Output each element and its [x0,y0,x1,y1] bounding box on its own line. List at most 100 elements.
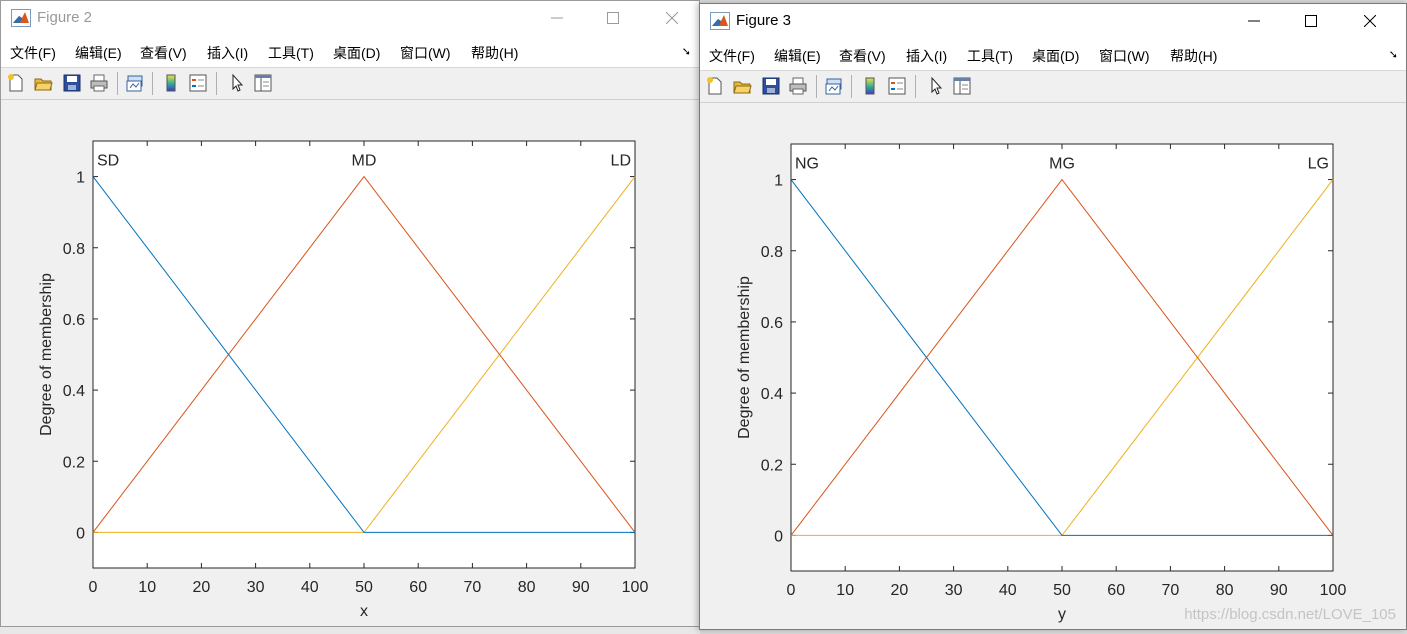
menu-desktop[interactable]: 桌面(D) [333,43,380,63]
x-tick-label: 100 [1320,582,1347,599]
legend-icon[interactable] [887,76,907,96]
menu-tools[interactable]: 工具(T) [967,46,1013,66]
plot-area: 0 10 20 30 40 50 60 70 80 90 100 0 0.2 0.4 0.6 0.8 1 NG … [700,103,1406,629]
maximize-button[interactable] [590,1,636,35]
x-tick-label: 60 [1107,582,1125,599]
save-icon[interactable] [62,73,82,93]
menu-window[interactable]: 窗口(W) [400,43,451,63]
x-tick-label: 70 [1162,582,1180,599]
toolbar-separator [851,75,852,98]
minimize-button[interactable] [534,1,580,35]
y-tick-label: 0.8 [63,241,85,258]
property-inspector-icon[interactable] [952,76,972,96]
x-tick-label: 40 [999,582,1017,599]
x-tick-label: 10 [138,579,156,596]
toolbar-separator [152,72,153,95]
y-tick-label: 0.4 [761,386,783,403]
x-tick-label: 0 [89,579,98,596]
figure-toolbar [700,71,1406,103]
minimize-button[interactable] [1231,4,1277,38]
menu-overflow-arrow-icon[interactable]: ➘ [1389,48,1398,61]
x-tick-label: 10 [836,582,854,599]
menu-insert[interactable]: 插入(I) [207,43,248,63]
y-tick-label: 0 [76,525,85,542]
print-icon[interactable] [89,73,109,93]
link-plot-icon[interactable] [824,76,844,96]
close-icon [1364,15,1376,27]
plot-area: 0 10 20 30 40 50 60 70 80 90 100 0 0.2 0.4 0.6 0.8 1 SD … [1,100,699,626]
legend-icon[interactable] [188,73,208,93]
open-file-icon[interactable] [33,73,53,93]
colorbar-icon[interactable] [161,73,181,93]
x-axis-label: y [1058,606,1066,623]
series-label: LD [611,153,631,170]
matlab-logo-icon [710,12,730,30]
save-icon[interactable] [761,76,781,96]
x-tick-label: 20 [193,579,211,596]
close-button[interactable] [649,1,695,35]
axes-box[interactable] [790,143,1334,572]
window-title: Figure 3 [736,12,792,29]
pointer-icon[interactable] [227,73,247,93]
x-tick-label: 90 [1270,582,1288,599]
axes-box[interactable] [92,140,636,569]
close-button[interactable] [1347,4,1393,38]
toolbar-separator [216,72,217,95]
toolbar-separator [915,75,916,98]
matlab-logo-icon [11,9,31,27]
x-axis-label: x [360,603,368,620]
maximize-button[interactable] [1288,4,1334,38]
menu-view[interactable]: 查看(V) [140,43,187,63]
close-icon [666,12,678,24]
figure-toolbar [1,68,699,100]
x-tick-label: 0 [787,582,796,599]
x-tick-label: 100 [622,579,649,596]
new-figure-icon[interactable] [6,73,26,93]
x-tick-label: 80 [1216,582,1234,599]
new-figure-icon[interactable] [705,76,725,96]
watermark-text: https://blog.csdn.net/LOVE_105 [1184,606,1396,623]
maximize-icon [607,12,619,24]
y-tick-label: 1 [76,170,85,187]
menu-view[interactable]: 查看(V) [839,46,886,66]
figure-3-window[interactable]: Figure 3 文件(F) 编辑(E) 查看(V) 插入(I) 工具(T) 桌… [699,3,1407,630]
menu-overflow-arrow-icon[interactable]: ➘ [682,45,691,58]
menu-window[interactable]: 窗口(W) [1099,46,1150,66]
x-tick-label: 50 [355,579,373,596]
link-plot-icon[interactable] [125,73,145,93]
menu-file[interactable]: 文件(F) [709,46,755,66]
menu-help[interactable]: 帮助(H) [471,43,518,63]
x-tick-label: 90 [572,579,590,596]
x-tick-label: 40 [301,579,319,596]
figure-2-window[interactable]: Figure 2 文件(F) 编辑(E) 查看(V) 插入(I) 工具(T) 桌… [0,0,700,627]
menu-tools[interactable]: 工具(T) [268,43,314,63]
x-tick-label: 20 [891,582,909,599]
menu-help[interactable]: 帮助(H) [1170,46,1217,66]
menu-desktop[interactable]: 桌面(D) [1032,46,1079,66]
colorbar-icon[interactable] [860,76,880,96]
title-bar[interactable]: Figure 3 [700,4,1406,38]
x-tick-label: 50 [1053,582,1071,599]
window-title: Figure 2 [37,9,93,26]
menu-edit[interactable]: 编辑(E) [774,46,821,66]
menu-edit[interactable]: 编辑(E) [75,43,122,63]
series-label: MG [1049,156,1075,173]
title-bar[interactable]: Figure 2 [1,1,699,35]
x-tick-label: 60 [409,579,427,596]
series-label: LG [1308,156,1329,173]
property-inspector-icon[interactable] [253,73,273,93]
minimize-icon [1248,20,1260,22]
print-icon[interactable] [788,76,808,96]
series-label: NG [795,156,819,173]
menu-bar: 文件(F) 编辑(E) 查看(V) 插入(I) 工具(T) 桌面(D) 窗口(W… [700,38,1406,71]
open-file-icon[interactable] [732,76,752,96]
menu-insert[interactable]: 插入(I) [906,46,947,66]
x-tick-label: 30 [945,582,963,599]
toolbar-separator [117,72,118,95]
y-axis-label: Degree of membership [736,276,753,439]
x-tick-label: 30 [247,579,265,596]
menu-file[interactable]: 文件(F) [10,43,56,63]
pointer-icon[interactable] [926,76,946,96]
y-tick-label: 0.4 [63,383,85,400]
y-tick-label: 0.6 [761,315,783,332]
